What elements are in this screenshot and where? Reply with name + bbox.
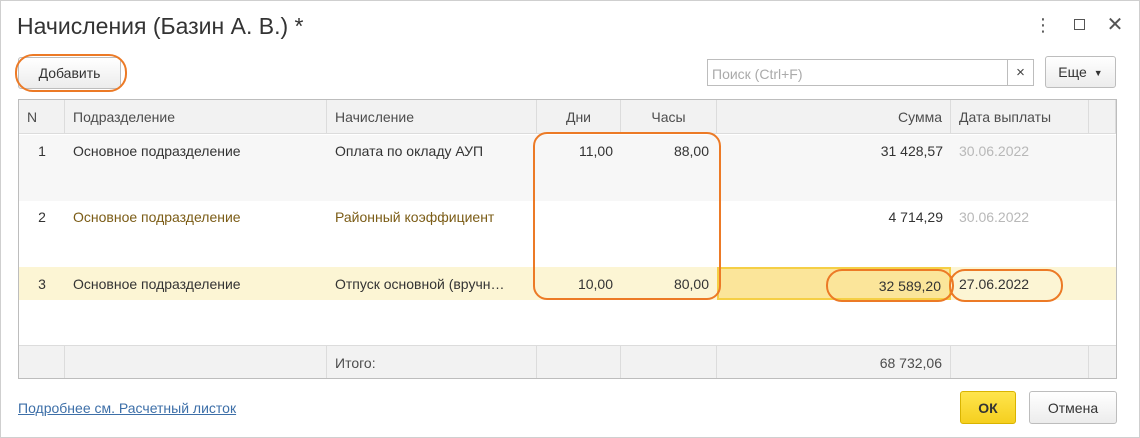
row-number: 3 bbox=[38, 276, 46, 292]
row-amount: 31 428,57 bbox=[880, 143, 943, 159]
footer-cell-empty bbox=[951, 346, 1089, 378]
row-department: Основное подразделение bbox=[73, 276, 241, 292]
row-amount-active-cell[interactable]: 32 589,20 bbox=[717, 267, 951, 300]
row-department: Основное подразделение bbox=[73, 209, 241, 225]
table-header: N Подразделение Начисление Дни Часы Сумм… bbox=[19, 100, 1116, 134]
accruals-window: Начисления (Базин А. В.) * ⋮ ✕ Добавить … bbox=[0, 0, 1140, 438]
column-header-n[interactable]: N bbox=[19, 100, 65, 134]
more-button[interactable]: Еще ▼ bbox=[1045, 56, 1116, 88]
more-options-icon[interactable]: ⋮ bbox=[1032, 14, 1054, 36]
accruals-table: N Подразделение Начисление Дни Часы Сумм… bbox=[18, 99, 1117, 379]
search-clear-icon[interactable]: × bbox=[1007, 59, 1034, 86]
row-number: 1 bbox=[38, 143, 46, 159]
row-hours: 88,00 bbox=[673, 143, 709, 159]
table-row-selected[interactable]: 3 Основное подразделение Отпуск основной… bbox=[19, 267, 1116, 300]
row-days: 10,00 bbox=[577, 276, 613, 292]
row-number: 2 bbox=[38, 209, 46, 225]
row-accrual: Районный коэффициент bbox=[335, 209, 495, 225]
window-title: Начисления (Базин А. В.) * bbox=[17, 13, 304, 39]
row-hours bbox=[621, 201, 717, 267]
row-payment-date: 30.06.2022 bbox=[959, 143, 1030, 159]
footer-cell-empty bbox=[19, 346, 65, 378]
row-amount: 4 714,29 bbox=[888, 209, 944, 225]
footer-cell-empty bbox=[621, 346, 717, 378]
footer-cell-empty bbox=[537, 346, 621, 378]
column-header-amount[interactable]: Сумма bbox=[717, 100, 951, 134]
row-hours: 80,00 bbox=[673, 276, 709, 292]
maximize-icon[interactable] bbox=[1068, 14, 1090, 36]
row-days: 11,00 bbox=[579, 143, 613, 159]
chevron-down-icon: ▼ bbox=[1093, 68, 1103, 78]
column-header-department[interactable]: Подразделение bbox=[65, 100, 327, 134]
payslip-link[interactable]: Подробнее см. Расчетный листок bbox=[18, 400, 236, 416]
cancel-button[interactable]: Отмена bbox=[1029, 391, 1117, 424]
close-icon[interactable]: ✕ bbox=[1104, 14, 1126, 36]
row-accrual: Отпуск основной (вручн… bbox=[335, 276, 505, 292]
column-header-accrual[interactable]: Начисление bbox=[327, 100, 537, 134]
column-header-payment-date[interactable]: Дата выплаты bbox=[951, 100, 1089, 134]
add-button[interactable]: Добавить bbox=[18, 57, 121, 89]
column-header-hours[interactable]: Часы bbox=[621, 100, 717, 134]
search-input[interactable]: Поиск (Ctrl+F) bbox=[707, 59, 1008, 86]
row-days bbox=[537, 201, 621, 267]
row-accrual: Оплата по окладу АУП bbox=[335, 143, 484, 159]
table-row[interactable]: 1 Основное подразделение Оплата по оклад… bbox=[19, 135, 1116, 201]
footer-cell-empty bbox=[65, 346, 327, 378]
more-button-label: Еще bbox=[1058, 64, 1087, 80]
footer-total-label: Итого: bbox=[327, 346, 537, 378]
column-header-days[interactable]: Дни bbox=[537, 100, 621, 134]
row-department: Основное подразделение bbox=[73, 143, 241, 159]
footer-total-amount: 68 732,06 bbox=[717, 346, 951, 378]
column-header-spacer bbox=[1089, 100, 1116, 134]
table-footer: Итого: 68 732,06 bbox=[19, 345, 1116, 378]
ok-button[interactable]: ОК bbox=[960, 391, 1016, 424]
maximize-box bbox=[1073, 19, 1085, 30]
row-payment-date: 27.06.2022 bbox=[959, 276, 1030, 292]
table-row[interactable]: 2 Основное подразделение Районный коэффи… bbox=[19, 201, 1116, 267]
row-payment-date: 30.06.2022 bbox=[959, 209, 1030, 225]
